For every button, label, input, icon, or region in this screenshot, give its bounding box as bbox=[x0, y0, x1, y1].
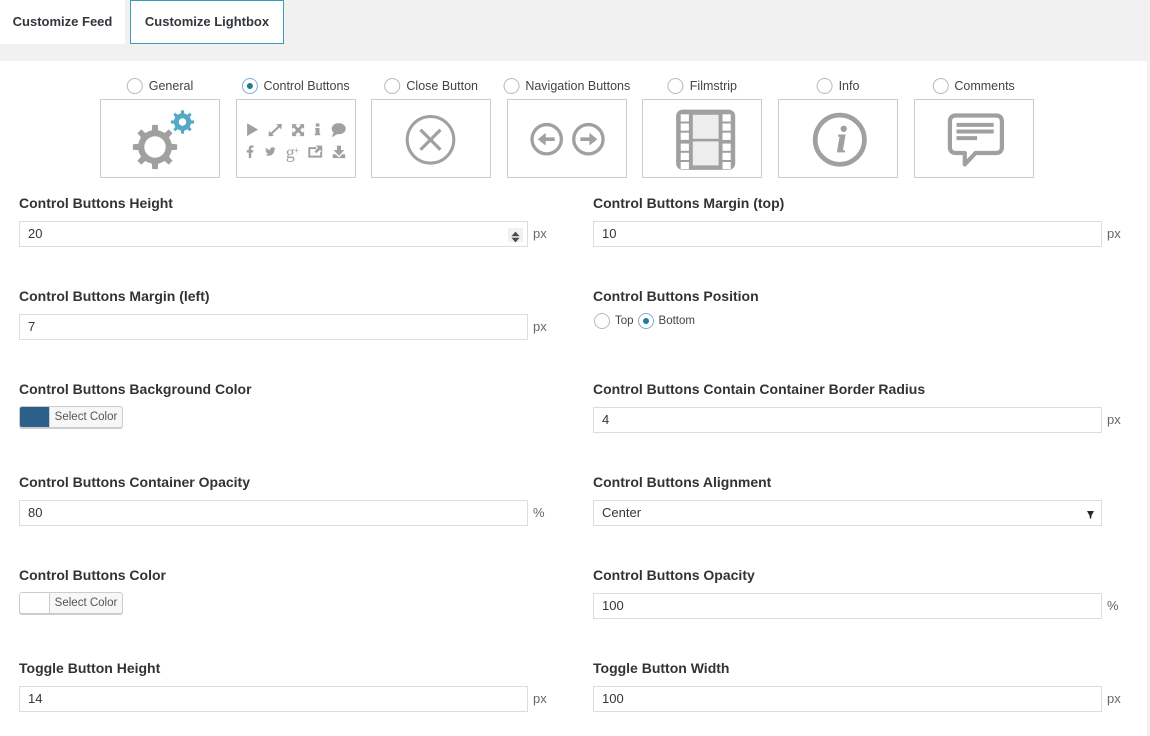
svg-text:+: + bbox=[293, 146, 298, 156]
svg-text:i: i bbox=[836, 120, 847, 161]
